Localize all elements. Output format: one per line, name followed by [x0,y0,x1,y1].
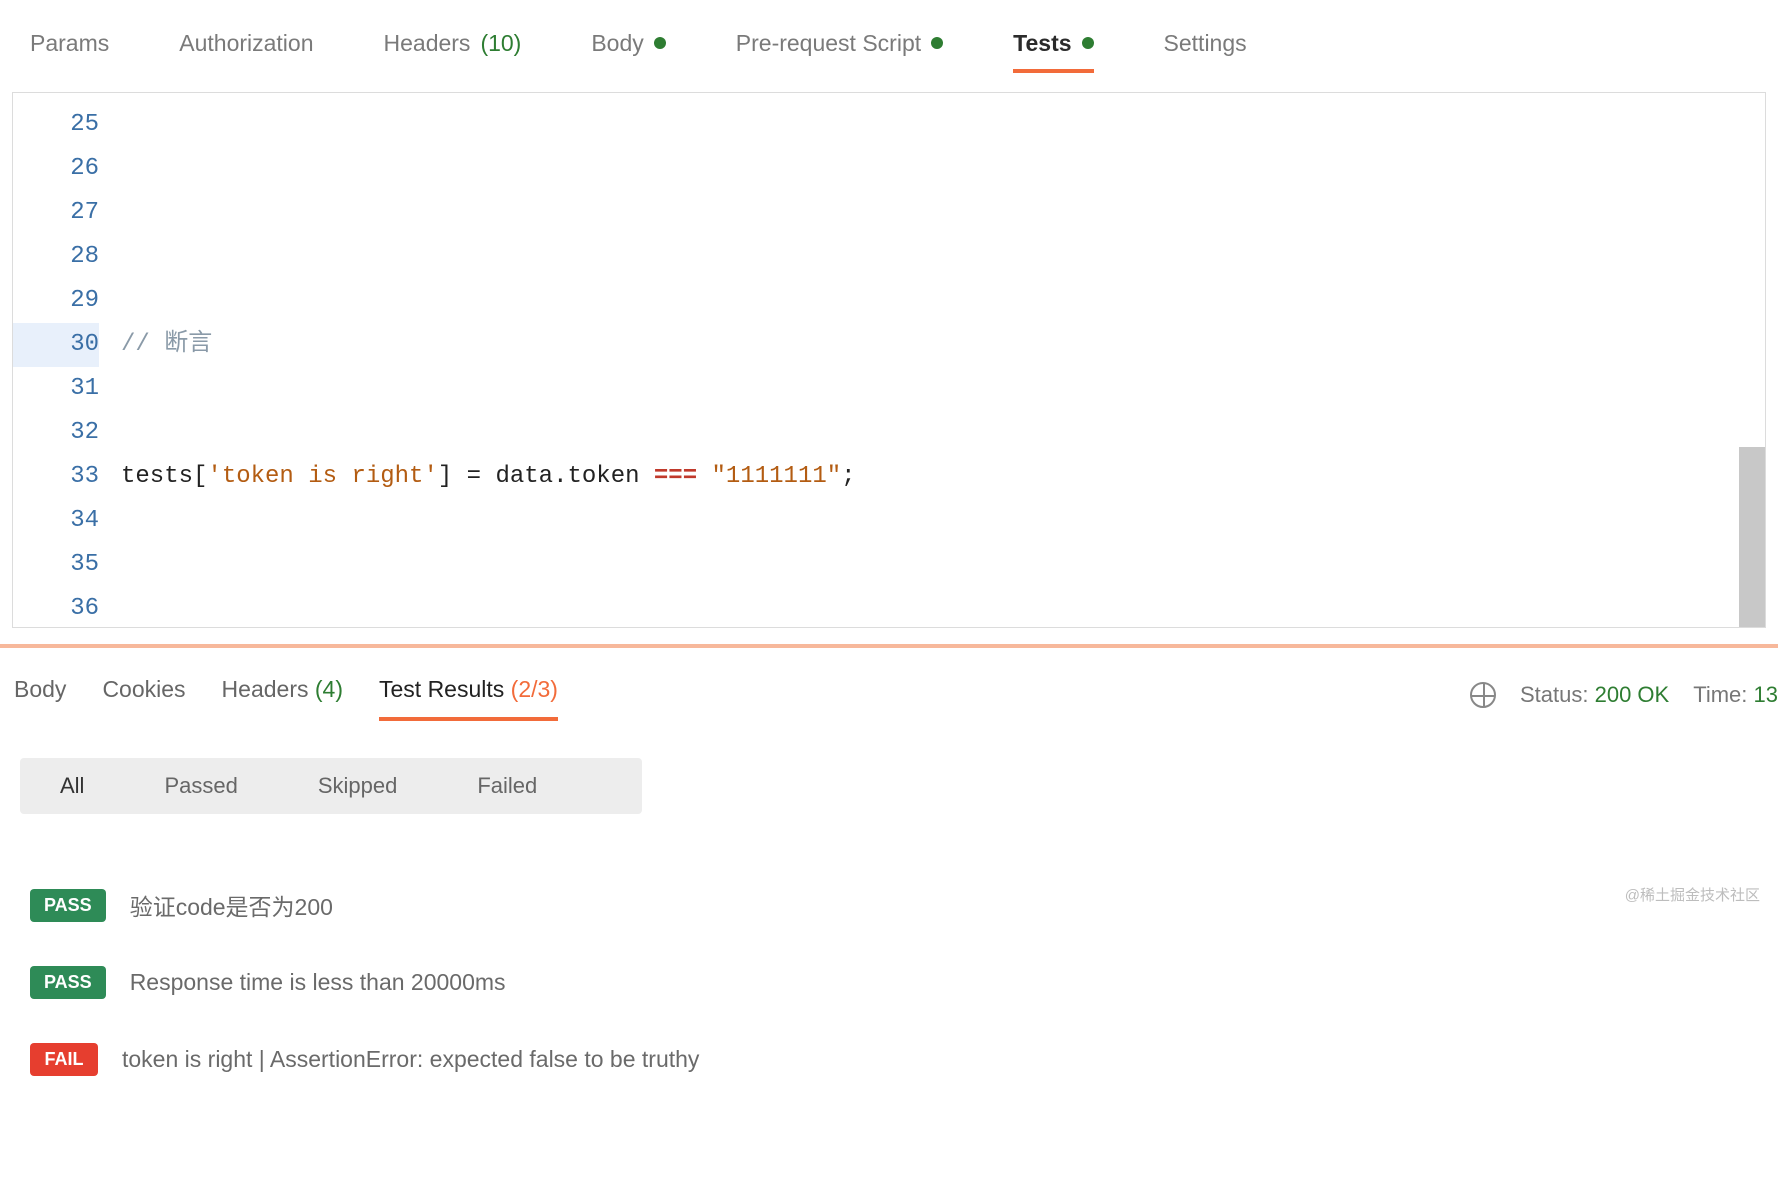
watermark: @稀土掘金技术社区 [1625,884,1760,905]
line-number: 31 [70,375,99,402]
pass-badge: PASS [30,966,106,999]
status-label: Status: [1520,682,1588,707]
filter-all[interactable]: All [20,758,124,814]
response-tabs: Body Cookies Headers (4) Test Results (2… [14,676,558,715]
line-number: 32 [70,419,99,446]
section-divider [0,644,1778,648]
code-line [121,191,1765,235]
tab-headers-label: Headers [384,30,471,57]
line-number-gutter: 25 26 27 28 29 30 31 32 33 34 35 36 [13,93,121,627]
fail-badge: FAIL [30,1043,98,1076]
status-value: 200 OK [1595,682,1670,707]
filter-skipped[interactable]: Skipped [278,758,438,814]
code-editor[interactable]: 25 26 27 28 29 30 31 32 33 34 35 36 // 断… [12,92,1766,628]
tab-headers-count: (10) [480,30,521,57]
test-results-list: PASS 验证code是否为200 PASS Response time is … [0,824,1778,1140]
tab-headers[interactable]: Headers (10) [384,30,522,71]
pass-badge: PASS [30,889,106,922]
test-result-row: FAIL token is right | AssertionError: ex… [30,1043,1748,1076]
dot-icon [654,37,666,49]
resp-tab-cookies[interactable]: Cookies [102,676,185,715]
line-number: 36 [70,595,99,622]
code-line: // 断言 [121,323,1765,367]
resp-tab-test-results-count: (2/3) [511,676,558,702]
scrollbar-thumb[interactable] [1739,447,1765,628]
filter-passed[interactable]: Passed [124,758,277,814]
tab-pre-request-label: Pre-request Script [736,30,921,57]
resp-tab-test-results[interactable]: Test Results (2/3) [379,676,558,715]
line-number-current: 30 [13,323,99,367]
response-header-row: Body Cookies Headers (4) Test Results (2… [0,660,1778,730]
test-result-row: PASS Response time is less than 20000ms [30,966,1748,999]
test-result-filters: All Passed Skipped Failed [20,758,642,814]
test-result-text: token is right | AssertionError: expecte… [122,1046,699,1073]
tab-tests-label: Tests [1013,30,1071,57]
resp-tab-test-results-label: Test Results [379,676,504,702]
tab-authorization[interactable]: Authorization [179,30,313,71]
dot-icon [931,37,943,49]
dot-icon [1082,37,1094,49]
line-number: 33 [70,463,99,490]
line-number: 27 [70,199,99,226]
line-number: 35 [70,551,99,578]
resp-tab-headers[interactable]: Headers (4) [222,676,343,715]
time-value: 13 [1754,682,1778,707]
line-number: 26 [70,155,99,182]
time-label: Time: [1693,682,1747,707]
tab-params[interactable]: Params [30,30,109,71]
tab-body[interactable]: Body [591,30,665,71]
resp-tab-headers-label: Headers [222,676,309,702]
code-content[interactable]: // 断言 tests['token is right'] = data.tok… [121,93,1765,627]
resp-tab-headers-count: (4) [315,676,343,702]
code-line [121,587,1765,628]
tab-pre-request-script[interactable]: Pre-request Script [736,30,943,71]
test-result-row: PASS 验证code是否为200 [30,888,1748,922]
line-number: 29 [70,287,99,314]
test-result-text: Response time is less than 20000ms [130,969,506,996]
request-tabs: Params Authorization Headers (10) Body P… [0,0,1778,80]
test-result-text: 验证code是否为200 [130,888,333,922]
filter-failed[interactable]: Failed [437,758,577,814]
response-meta: Status: 200 OK Time: 13 [1470,682,1778,708]
tab-settings[interactable]: Settings [1164,30,1247,71]
tab-tests[interactable]: Tests [1013,30,1093,71]
resp-tab-body[interactable]: Body [14,676,66,715]
globe-icon[interactable] [1470,682,1496,708]
code-line: tests['token is right'] = data.token ===… [121,455,1765,499]
line-number: 28 [70,243,99,270]
line-number: 25 [70,111,99,138]
tab-body-label: Body [591,30,643,57]
line-number: 34 [70,507,99,534]
